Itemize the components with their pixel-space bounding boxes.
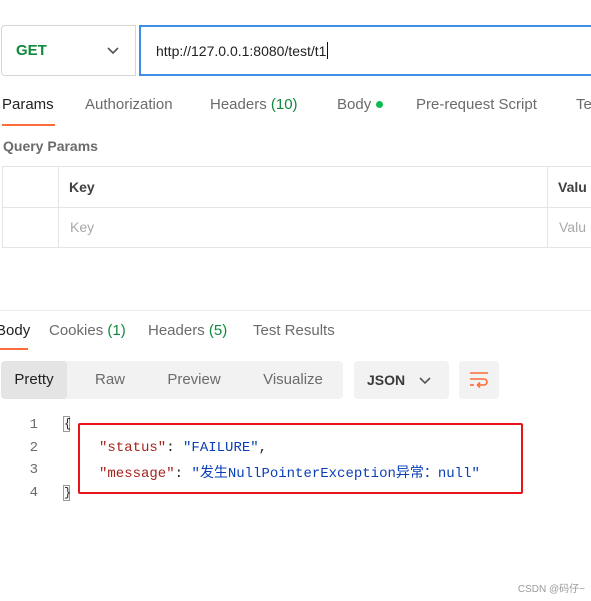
response-tab-headers[interactable]: Headers (5) [148, 322, 227, 339]
response-headers-count: (5) [208, 322, 228, 339]
tab-pre-request-script[interactable]: Pre-request Script [416, 96, 537, 113]
tab-tests[interactable]: Te [576, 96, 591, 113]
tab-tests-label: Te [576, 96, 591, 113]
tab-authorization[interactable]: Authorization [85, 96, 173, 113]
tab-params[interactable]: Params [2, 96, 54, 113]
highlight-annotation [78, 423, 523, 494]
params-table: Key Valu Key Valu [2, 166, 591, 248]
response-tab-headers-label: Headers [148, 322, 205, 339]
pane-divider[interactable] [0, 310, 591, 311]
response-tab-test-results[interactable]: Test Results [253, 322, 335, 339]
headers-count: (10) [270, 96, 298, 113]
wrap-lines-button[interactable] [459, 361, 499, 399]
tab-body[interactable]: Body [337, 96, 384, 113]
key-input[interactable]: Key [70, 219, 94, 235]
url-text: http://127.0.0.1:8080/test/t1 [156, 42, 327, 59]
response-tab-body[interactable]: Body [0, 322, 30, 339]
format-label: JSON [367, 372, 406, 388]
chevron-down-icon [107, 47, 119, 55]
chevron-down-icon [419, 377, 431, 385]
response-tab-cookies-label: Cookies [49, 322, 104, 339]
method-label: GET [16, 42, 47, 59]
active-response-tab-indicator [0, 348, 28, 350]
active-tab-indicator [2, 124, 55, 126]
wrap-lines-icon [470, 372, 488, 389]
view-visualize-button[interactable]: Visualize [249, 361, 337, 399]
line-number: 2 [29, 440, 38, 456]
tab-headers[interactable]: Headers (10) [210, 96, 298, 113]
column-header-key: Key [69, 179, 95, 195]
view-raw-button[interactable]: Raw [81, 361, 139, 399]
response-tab-body-label: Body [0, 322, 31, 339]
line-number: 1 [29, 417, 38, 433]
view-mode-segmented: Pretty Raw Preview Visualize [1, 361, 343, 399]
value-input[interactable]: Valu [559, 219, 586, 235]
table-divider [3, 207, 591, 208]
query-params-title: Query Params [3, 138, 98, 154]
tab-pre-request-label: Pre-request Script [416, 96, 537, 113]
text-cursor [327, 42, 329, 59]
url-input[interactable]: http://127.0.0.1:8080/test/t1 [139, 25, 591, 76]
view-preview-button[interactable]: Preview [153, 361, 235, 399]
body-indicator-dot [376, 100, 384, 108]
column-header-value: Valu [558, 179, 587, 195]
tab-headers-label: Headers [210, 96, 267, 113]
tab-authorization-label: Authorization [85, 96, 173, 113]
line-number: 3 [29, 462, 38, 478]
close-brace: } [63, 485, 72, 501]
view-pretty-button[interactable]: Pretty [1, 361, 67, 399]
tab-params-label: Params [2, 96, 54, 113]
line-number: 4 [29, 485, 38, 501]
watermark: CSDN @码仔~ [517, 584, 585, 595]
method-select[interactable]: GET [1, 25, 136, 76]
tab-body-label: Body [337, 96, 372, 113]
cookies-count: (1) [107, 322, 126, 339]
response-tab-test-results-label: Test Results [253, 322, 335, 339]
format-select[interactable]: JSON [354, 361, 449, 399]
open-brace: { [63, 416, 72, 432]
response-tab-cookies[interactable]: Cookies (1) [49, 322, 126, 339]
